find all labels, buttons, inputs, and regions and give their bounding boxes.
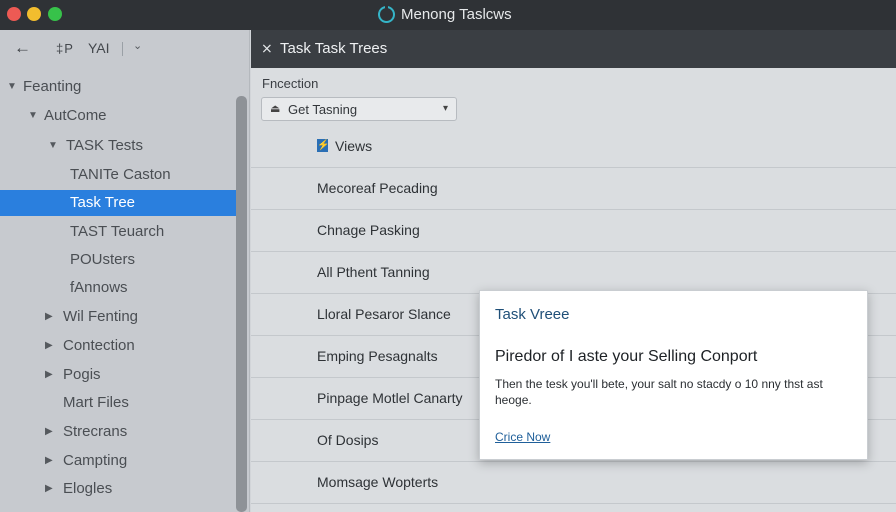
list-item-label: Lloral Pesaror Slance [317,306,451,322]
sidebar-item-label: Wil Fenting [63,308,139,325]
eject-icon: ⏏ [270,103,281,115]
list-item-label: Chnage Pasking [317,222,420,238]
page-title: Task Task Trees [280,40,388,57]
section-label: Fncection [262,76,319,91]
wrench-icon: ⨯ [261,40,273,56]
chevron-right-icon[interactable]: ▶ [45,369,53,380]
sidebar-item-task-tree[interactable]: Task Tree [0,190,236,216]
arrow-left-icon[interactable]: ← [14,38,31,58]
sidebar-scrollbar[interactable] [236,96,247,512]
sidebar-item-pogis[interactable]: ▶ Pogis [0,362,236,388]
list-item-label: All Pthent Tanning [317,264,430,280]
title-bar: Menong Taslcws [0,0,896,30]
zoom-window-button[interactable] [48,7,62,21]
sidebar-item-strecrans[interactable]: ▶ Strecrans [0,419,236,445]
list-item-label: Of Dosips [317,432,379,448]
chevron-right-icon[interactable]: ▶ [45,483,53,494]
toolbar-mid-text[interactable]: ‡P [56,41,74,56]
popover-body: Then the tesk you'll bete, your salt no … [495,377,823,407]
list-item-label: Pinpage Motlel Canarty [317,390,463,406]
sidebar-item-label: Elogles [63,480,113,497]
list-item-label: Emping Pesagnalts [317,348,438,364]
task-select-dropdown[interactable]: ⏏ Get Tasning ▾ [261,97,457,121]
popover-link[interactable]: Crice Now [495,430,550,444]
sidebar-item-label: POUsters [70,251,136,268]
toolbar-separator [122,42,123,56]
sidebar-item-label: Feanting [23,78,82,95]
sidebar-item-pousters[interactable]: POUsters [0,247,236,273]
sidebar-item-label: TAST Teuarch [70,223,165,240]
sidebar-item-contection[interactable]: ▶ Contection [0,333,236,359]
sidebar-item-feanting[interactable]: ▼ Feanting [0,74,236,100]
list-item-label: Views [335,138,373,154]
window-title-text: Menong Taslcws [401,6,512,23]
close-window-button[interactable] [7,7,21,21]
list-item-label: Momsage Wopterts [317,474,439,490]
list-item[interactable]: Mecoreaf Pecading [251,168,896,210]
list-item[interactable]: Chnage Pasking [251,210,896,252]
sidebar-toolbar: ← ‡P YAI ⌄ [0,30,250,68]
task-popover: Task Vreee Piredor of I aste your Sellin… [479,290,868,460]
sidebar-item-label: AutCome [44,107,107,124]
list-item[interactable]: ⚡ Views [251,126,896,168]
sidebar-item-tanite-caston[interactable]: TANITe Caston [0,162,236,188]
chevron-right-icon[interactable]: ▶ [45,426,53,437]
popover-heading: Piredor of I aste your Selling Conport [495,348,758,365]
sidebar-item-label: Campting [63,452,128,469]
popover-title: Task Vreee [495,306,570,323]
chevron-right-icon[interactable]: ▶ [45,311,53,322]
window-title: Menong Taslcws [378,5,512,23]
chevron-down-icon[interactable]: ▼ [48,140,58,151]
dropdown-value: Get Tasning [288,102,358,117]
chevron-down-icon[interactable]: ▼ [7,81,17,92]
sidebar-item-label: TASK Tests [66,137,143,154]
sidebar-item-autcome[interactable]: ▼ AutCome [0,103,236,129]
sidebar-item-label: Strecrans [63,423,128,440]
sidebar: ← ‡P YAI ⌄ ▼ Feanting ▼ AutCome ▼ TASK T… [0,30,250,512]
sidebar-item-label: Pogis [63,366,101,383]
toolbar-label[interactable]: YAI [88,40,110,56]
sidebar-item-fannows[interactable]: fAnnows [0,275,236,301]
list-item[interactable]: All Pthent Tanning [251,252,896,294]
sidebar-item-tast-teuarch[interactable]: TAST Teuarch [0,219,236,245]
main-header: ⨯ Task Task Trees [251,30,896,68]
list-item-label: Mecoreaf Pecading [317,180,438,196]
sidebar-item-label: fAnnows [70,279,128,296]
chevron-right-icon[interactable]: ▶ [45,455,53,466]
sidebar-item-elogles[interactable]: ▶ Elogles [0,476,236,502]
sidebar-item-label: TANITe Caston [70,166,171,183]
sidebar-item-wil-fenting[interactable]: ▶ Wil Fenting [0,304,236,330]
minimize-window-button[interactable] [27,7,41,21]
chevron-down-icon: ▾ [442,103,448,114]
sidebar-item-label: Contection [63,337,135,354]
chevron-down-icon[interactable]: ▼ [28,110,38,121]
sidebar-item-label: Mart Files [63,394,129,411]
list-item[interactable]: Momsage Wopterts [251,462,896,504]
chevron-down-icon[interactable]: ⌄ [133,39,142,52]
sidebar-item-label: Task Tree [70,194,136,211]
sidebar-item-task-tests[interactable]: ▼ TASK Tests [0,133,236,159]
sidebar-item-mart-files[interactable]: Mart Files [0,390,236,416]
chevron-right-icon[interactable]: ▶ [45,340,53,351]
views-icon: ⚡ [317,139,330,152]
sidebar-item-campting[interactable]: ▶ Campting [0,448,236,474]
power-ring-icon [378,5,395,23]
